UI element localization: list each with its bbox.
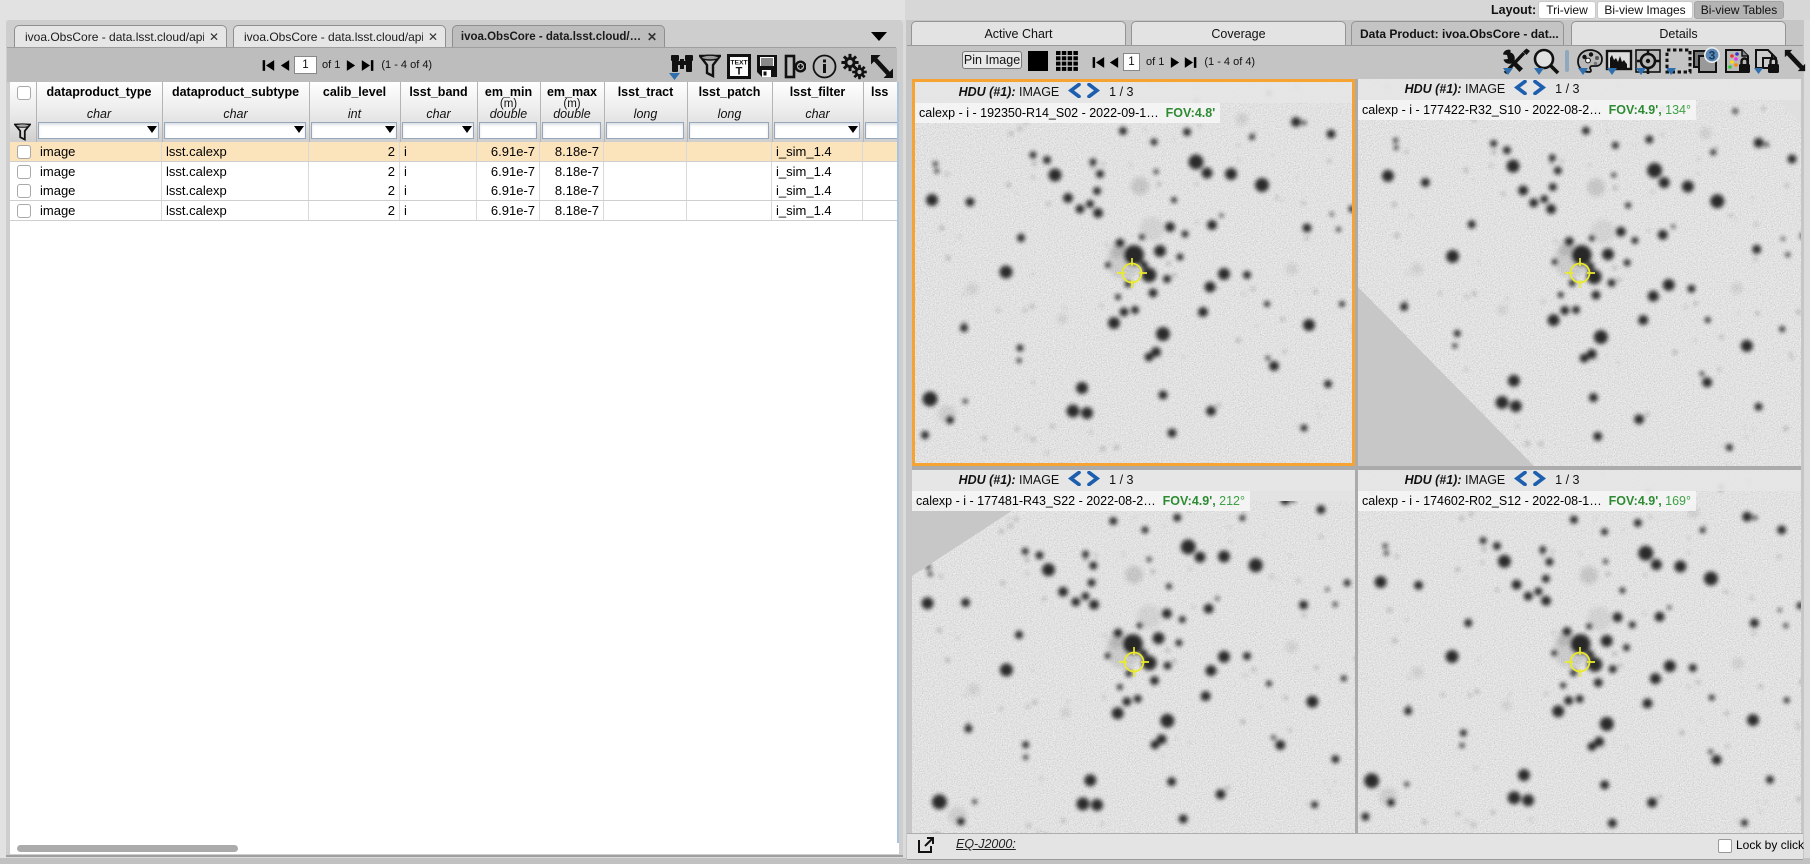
- svg-text:3: 3: [1709, 49, 1716, 63]
- svg-text:T: T: [736, 66, 743, 78]
